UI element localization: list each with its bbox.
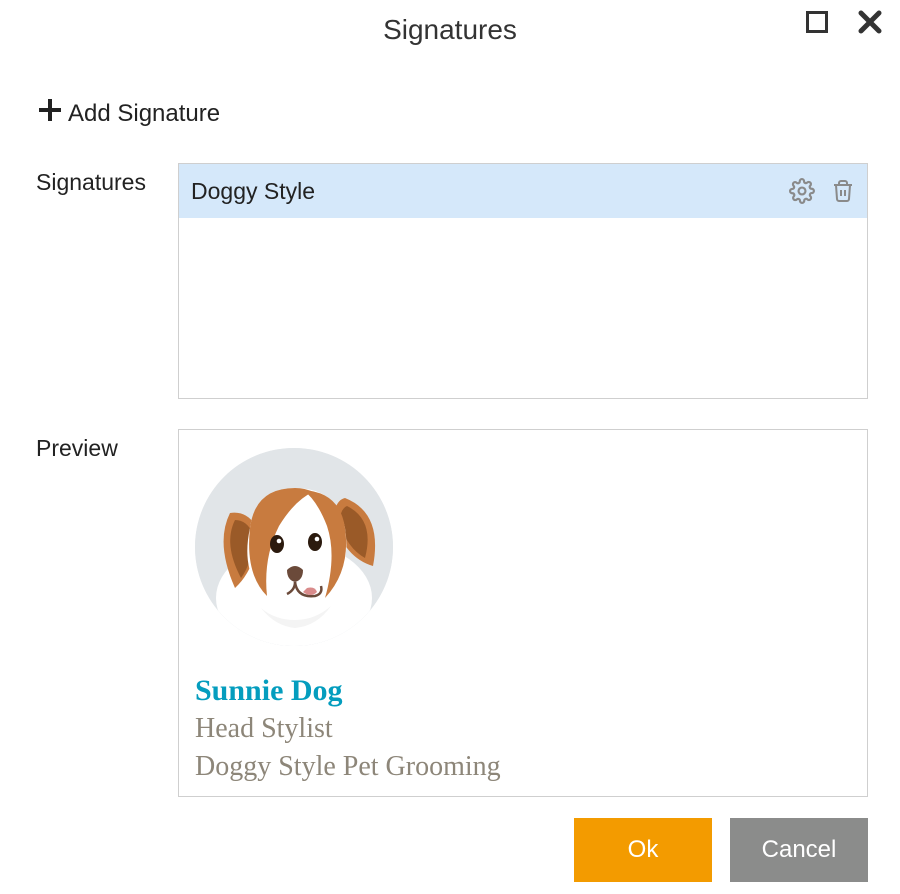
settings-icon[interactable] xyxy=(789,178,815,204)
dialog-title: Signatures xyxy=(383,14,517,46)
preview-title: Head Stylist xyxy=(195,710,851,748)
avatar xyxy=(195,448,393,646)
signature-item[interactable]: Doggy Style xyxy=(179,164,867,218)
preview-name: Sunnie Dog xyxy=(195,674,851,708)
signature-preview: Sunnie Dog Head Stylist Doggy Style Pet … xyxy=(178,429,868,797)
titlebar: Signatures xyxy=(0,0,900,60)
ok-button[interactable]: Ok xyxy=(574,818,712,882)
signatures-label: Signatures xyxy=(36,163,178,196)
plus-icon xyxy=(36,96,64,131)
maximize-icon[interactable] xyxy=(806,11,828,33)
add-signature-button[interactable]: Add Signature xyxy=(36,96,900,131)
preview-company: Doggy Style Pet Grooming xyxy=(195,748,851,786)
signature-item-actions xyxy=(789,178,855,204)
preview-label: Preview xyxy=(36,429,178,462)
delete-icon[interactable] xyxy=(831,178,855,204)
signatures-list: Doggy Style xyxy=(178,163,868,399)
signature-item-name: Doggy Style xyxy=(191,178,315,205)
window-controls xyxy=(806,10,882,34)
add-signature-label: Add Signature xyxy=(68,100,220,128)
close-icon[interactable] xyxy=(858,10,882,34)
cancel-button[interactable]: Cancel xyxy=(730,818,868,882)
dialog-footer: Ok Cancel xyxy=(574,818,868,882)
